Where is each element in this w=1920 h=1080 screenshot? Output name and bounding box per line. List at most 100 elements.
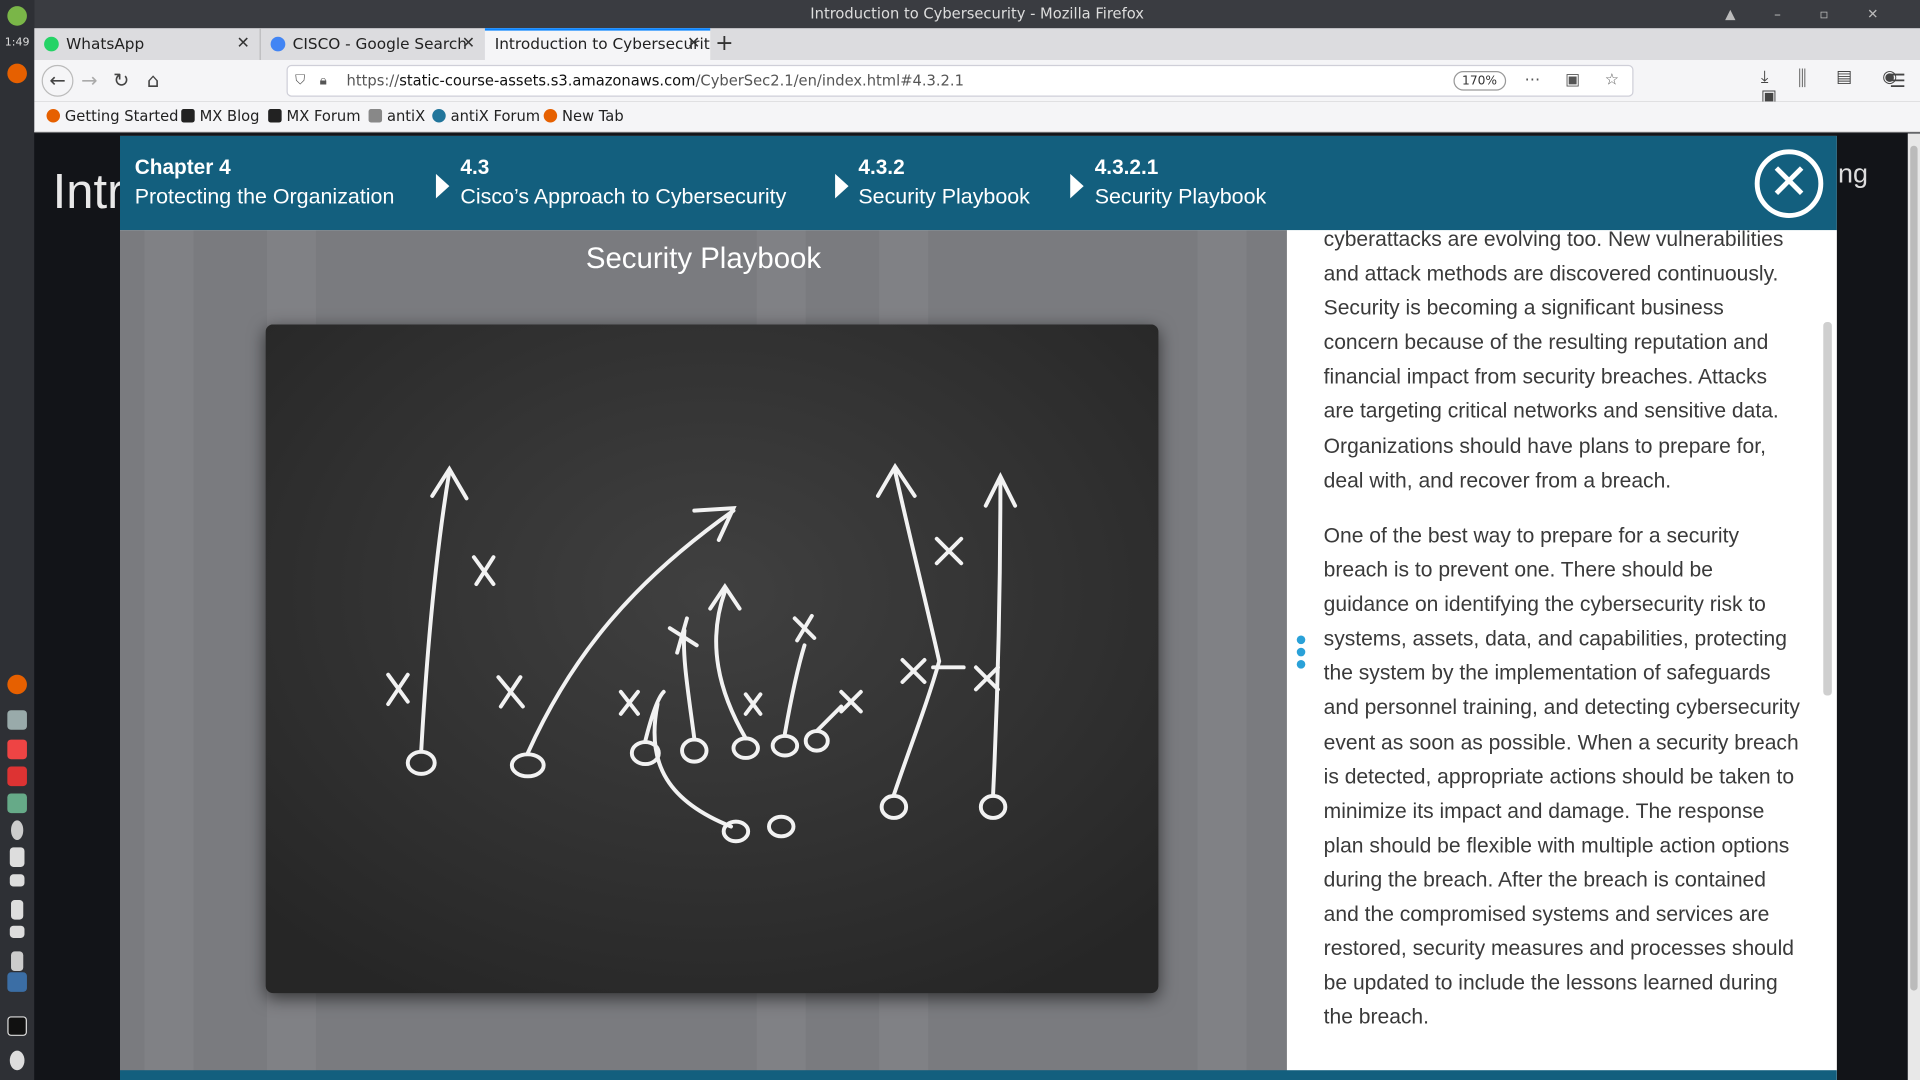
files-icon[interactable] <box>7 710 27 730</box>
breadcrumb-topic[interactable]: 4.3.2.1 Security Playbook <box>1095 156 1267 210</box>
bookmarks-bar: Getting Started MX Blog MX Forum antiX a… <box>34 101 1920 133</box>
tab-introduction-cybersecurity[interactable]: Introduction to Cybersecurit ✕ <box>484 28 711 61</box>
attachment-icon[interactable] <box>11 951 24 972</box>
app-icon[interactable] <box>7 739 27 760</box>
close-tab-icon[interactable]: ✕ <box>462 28 475 60</box>
breadcrumb-number: 4.3.2.1 <box>1094 155 1159 179</box>
breadcrumb-chapter[interactable]: Chapter 4 Protecting the Organization <box>135 156 395 210</box>
home-icon[interactable]: ⌂ <box>140 67 167 94</box>
url-bar[interactable]: ⛉ 🔒︎ https://static-course-assets.s3.ama… <box>286 64 1634 97</box>
shield-icon[interactable]: ⛉ <box>295 66 305 95</box>
taskbar-clock: 1:49 <box>4 36 30 49</box>
tab-bar: WhatsApp ✕ CISCO - Google Search ✕ Intro… <box>34 28 1920 61</box>
volume-icon[interactable] <box>9 847 25 867</box>
playbook-drawing <box>265 324 1159 994</box>
clipboard-icon[interactable] <box>11 900 24 920</box>
bookmark-antix[interactable]: antiX <box>368 102 426 131</box>
url-host: static-course-assets.s3.amazonaws.com <box>399 72 696 90</box>
drag-handle-icon[interactable] <box>1296 635 1306 673</box>
mx-icon <box>181 108 195 123</box>
nav-bar: ← → ↻ ⌂ ⛉ 🔒︎ https://static-course-asset… <box>34 60 1920 107</box>
firefox-launcher-icon[interactable] <box>7 674 27 695</box>
breadcrumb-title: Security Playbook <box>858 183 1030 209</box>
bookmark-new-tab[interactable]: New Tab <box>543 102 624 131</box>
screen: 1:49 Introduction to Cybersecurity - Moz… <box>0 0 1920 1080</box>
tab-label: WhatsApp <box>66 34 145 53</box>
bookmark-label: antiX <box>386 107 426 125</box>
network-icon[interactable] <box>7 793 27 814</box>
breadcrumb: Chapter 4 Protecting the Organization 4.… <box>120 135 1837 231</box>
firefox-icon[interactable] <box>7 63 27 84</box>
breadcrumb-arrow-icon <box>835 173 849 199</box>
tab-label: CISCO - Google Search <box>292 34 467 53</box>
bookmark-label: MX Forum <box>286 107 361 125</box>
bookmark-label: New Tab <box>562 107 624 125</box>
image-panel: Security Playbook <box>120 230 1287 1080</box>
menu-icon[interactable] <box>7 6 27 26</box>
active-window-icon[interactable] <box>7 972 27 992</box>
bookmark-label: MX Blog <box>199 107 260 125</box>
mx-icon <box>268 108 282 123</box>
taskbar: 1:49 <box>0 0 35 1080</box>
decor-stripe <box>144 230 194 1080</box>
breadcrumb-arrow-icon <box>1070 173 1084 199</box>
lesson-modal: Chapter 4 Protecting the Organization 4.… <box>120 135 1837 1080</box>
firefox-icon <box>543 108 558 123</box>
drag-dot <box>1296 635 1306 645</box>
url-prefix: https:// <box>346 72 400 90</box>
page-scrollbar[interactable] <box>1907 133 1920 1080</box>
close-tab-icon[interactable]: ✕ <box>687 31 700 58</box>
breadcrumb-title: Protecting the Organization <box>134 183 395 209</box>
breadcrumb-subsection[interactable]: 4.3.2 Security Playbook <box>858 156 1030 210</box>
breadcrumb-section[interactable]: 4.3 Cisco’s Approach to Cybersecurity <box>460 156 786 210</box>
page-scrollbar-thumb[interactable] <box>1910 145 1918 991</box>
body-paragraph: cyberattacks are evolving too. New vulne… <box>1323 230 1784 492</box>
x-app-icon[interactable] <box>7 1016 27 1036</box>
bookmark-mx-forum[interactable]: MX Forum <box>268 102 361 131</box>
wifi-icon[interactable] <box>9 925 25 938</box>
menu-hamburger-icon[interactable]: ☰ <box>1889 70 1905 92</box>
bookmark-label: Getting Started <box>64 107 179 125</box>
breadcrumb-arrow-icon <box>435 173 450 199</box>
modal-footer-bar <box>120 1070 1837 1080</box>
text-panel: cyberattacks are evolving too. New vulne… <box>1286 230 1837 1080</box>
eject-icon[interactable] <box>9 874 25 887</box>
url-text: https://static-course-assets.s3.amazonaw… <box>347 66 964 95</box>
power-icon[interactable] <box>9 1050 25 1071</box>
page-actions[interactable]: ⋯ ▣ ☆ <box>1525 66 1629 95</box>
breadcrumb-number: Chapter 4 <box>134 155 231 179</box>
breadcrumb-number: 4.3.2 <box>858 155 905 179</box>
window-titlebar: Introduction to Cybersecurity - Mozilla … <box>34 0 1920 29</box>
lock-icon[interactable]: 🔒︎ <box>320 66 327 95</box>
calendar-icon[interactable] <box>7 766 27 787</box>
back-icon[interactable]: ← <box>41 64 74 97</box>
whatsapp-icon <box>44 36 59 52</box>
firefox-icon <box>46 108 61 123</box>
bookmark-antix-forum[interactable]: antiX Forum <box>432 102 540 131</box>
bookmark-getting-started[interactable]: Getting Started <box>46 102 179 131</box>
reload-icon[interactable]: ↻ <box>108 67 135 94</box>
window-title: Introduction to Cybersecurity - Mozilla … <box>810 4 1144 23</box>
google-icon <box>270 36 286 52</box>
wordpress-icon <box>432 108 446 123</box>
forward-icon[interactable]: → <box>76 67 103 94</box>
bluetooth-icon[interactable] <box>11 820 24 841</box>
breadcrumb-number: 4.3 <box>460 155 490 179</box>
new-tab-icon[interactable]: + <box>715 28 733 60</box>
text-scrollbar[interactable] <box>1823 322 1832 696</box>
close-modal-button[interactable]: ✕ <box>1754 149 1824 218</box>
bookmark-mx-blog[interactable]: MX Blog <box>181 102 259 131</box>
tab-whatsapp[interactable]: WhatsApp ✕ <box>34 28 259 60</box>
drag-dot <box>1296 647 1306 657</box>
breadcrumb-title: Security Playbook <box>1094 183 1267 209</box>
drag-dot <box>1296 660 1306 669</box>
zoom-indicator[interactable]: 170% <box>1453 71 1506 91</box>
bookmark-label: antiX Forum <box>450 107 541 125</box>
window-controls[interactable]: ▲ – ▫ ✕ <box>1725 0 1895 28</box>
background-right-text: ng <box>1837 157 1868 189</box>
body-paragraph: One of the best way to prepare for a sec… <box>1323 522 1800 1029</box>
page-content: Intr ng Chapter 4 Protecting the Organiz… <box>34 133 1920 1080</box>
chalkboard-playbook-image <box>265 324 1159 994</box>
tab-cisco-search[interactable]: CISCO - Google Search ✕ <box>259 28 485 61</box>
close-tab-icon[interactable]: ✕ <box>236 28 249 60</box>
